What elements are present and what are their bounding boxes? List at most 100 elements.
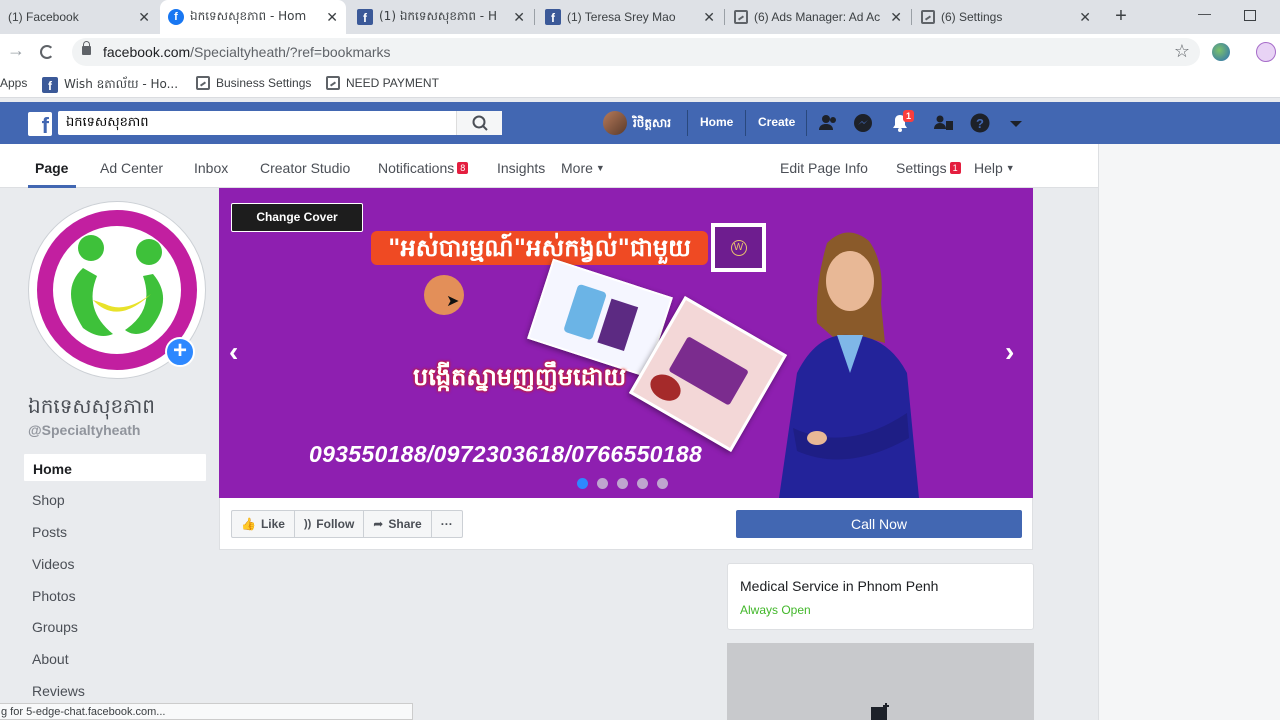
page-nav-bar: Page Ad Center Inbox Creator Studio Noti…	[0, 144, 1098, 188]
facebook-icon: f	[545, 9, 561, 25]
document-icon	[326, 76, 340, 90]
browser-tab[interactable]: f (1) ឯកទេសសុខភាព - H ✕	[349, 0, 533, 34]
minimize-icon[interactable]: —	[1198, 6, 1211, 21]
left-nav-home[interactable]: Home	[23, 453, 207, 482]
tab-title: (6) Settings	[941, 10, 1003, 24]
profile-avatar[interactable]	[1256, 42, 1276, 62]
omnibox[interactable]: facebook.com/Specialtyheath/?ref=bookmar…	[72, 38, 1200, 66]
tab-insights[interactable]: Insights	[497, 160, 545, 176]
browser-tab[interactable]: (6) Settings ✕	[913, 0, 1099, 34]
close-icon[interactable]: ✕	[703, 9, 715, 26]
extension-icon[interactable]	[1212, 43, 1230, 61]
facebook-icon: f	[168, 9, 184, 25]
chevron-down-icon[interactable]	[1006, 113, 1026, 133]
browser-tab-strip: (1) Facebook ✕ f ឯកទេសសុខភាព - Hom ✕ f (…	[0, 0, 1280, 34]
left-nav-about[interactable]: About	[23, 644, 207, 673]
left-nav-reviews[interactable]: Reviews	[23, 676, 207, 705]
facebook-header: f រិថិត្តសារ Home Create 1 ?	[0, 102, 1280, 144]
tab-creator-studio[interactable]: Creator Studio	[260, 160, 350, 176]
call-now-button[interactable]: Call Now	[736, 510, 1022, 538]
close-icon[interactable]: ✕	[513, 9, 525, 26]
tab-title: (1) Teresa Srey Mao	[567, 10, 676, 24]
profile-link[interactable]: រិថិត្តសារ	[633, 115, 671, 133]
add-photo-button[interactable]: +	[165, 337, 195, 367]
tab-inbox[interactable]: Inbox	[194, 160, 228, 176]
tab-more[interactable]: More ▼	[561, 160, 605, 176]
divider	[806, 110, 807, 136]
help-link[interactable]: Help ▼	[974, 160, 1015, 176]
slide-dot[interactable]	[577, 478, 588, 489]
close-icon[interactable]: ✕	[890, 9, 902, 26]
like-button[interactable]: 👍 Like	[232, 511, 295, 537]
document-icon	[921, 10, 935, 24]
left-nav-photos[interactable]: Photos	[23, 581, 207, 610]
chevron-right-icon[interactable]: ›	[1005, 338, 1014, 366]
tab-notifications[interactable]: Notifications 8	[378, 160, 469, 176]
page-title: ឯកទេសសុខភាព	[28, 394, 155, 418]
share-button[interactable]: ➦ Share	[364, 511, 432, 537]
forward-icon[interactable]: →	[7, 40, 25, 61]
browser-status-bar: g for 5-edge-chat.facebook.com...	[0, 703, 413, 720]
friends-icon[interactable]	[818, 113, 838, 133]
browser-tab[interactable]: f (1) Teresa Srey Mao ✕	[537, 0, 723, 34]
close-icon[interactable]: ✕	[326, 9, 338, 26]
thumbs-up-icon: 👍	[241, 517, 256, 531]
close-icon[interactable]: ✕	[138, 9, 150, 26]
friend-requests-icon[interactable]	[934, 113, 954, 133]
page-category[interactable]: Medical Service in Phnom Penh	[740, 578, 938, 594]
slide-dot[interactable]	[597, 478, 608, 489]
facebook-icon: f	[357, 9, 373, 25]
left-nav-groups[interactable]: Groups	[23, 612, 207, 641]
reload-icon[interactable]	[40, 45, 54, 59]
bookmark-need-payment[interactable]: NEED PAYMENT	[326, 76, 439, 90]
messenger-icon[interactable]	[853, 113, 873, 133]
tab-ad-center[interactable]: Ad Center	[100, 160, 163, 176]
url-text[interactable]: facebook.com/Specialtyheath/?ref=bookmar…	[103, 44, 391, 60]
left-nav-shop[interactable]: Shop	[23, 485, 207, 514]
cover-phone-numbers: 093550188/0972303618/0766550188	[309, 441, 703, 467]
browser-tab[interactable]: (1) Facebook ✕	[0, 0, 158, 34]
tab-title: ឯកទេសសុខភាព - Hom	[190, 9, 307, 23]
lock-icon	[82, 41, 91, 55]
cover-slideshow[interactable]: Change Cover "អស់បារម្មណ៍"អស់កង្វល់"ជាមួ…	[219, 188, 1033, 498]
more-options-button[interactable]: ···	[432, 511, 462, 537]
bookmark-apps[interactable]: Apps	[0, 76, 27, 90]
profile-avatar[interactable]	[603, 111, 627, 135]
slide-dot[interactable]	[617, 478, 628, 489]
create-link[interactable]: Create	[758, 115, 795, 129]
bookmark-star-icon[interactable]: ☆	[1174, 41, 1190, 62]
tab-page[interactable]: Page	[35, 160, 68, 176]
bookmark-wish[interactable]: f Wish ឧតាល័យ - Ho...	[42, 76, 178, 94]
restore-icon[interactable]	[1244, 10, 1256, 21]
facebook-logo-icon[interactable]: f	[28, 112, 52, 136]
document-icon	[734, 10, 748, 24]
edit-page-info-link[interactable]: Edit Page Info	[780, 160, 868, 176]
slide-dot[interactable]	[637, 478, 648, 489]
caret-down-icon: ▼	[595, 163, 605, 173]
spokesperson-image	[779, 232, 919, 498]
bookmark-business-settings[interactable]: Business Settings	[196, 76, 311, 90]
help-icon[interactable]: ?	[970, 113, 990, 133]
page-handle[interactable]: @Specialtyheath	[28, 422, 140, 438]
search-input[interactable]	[58, 111, 453, 135]
search-button[interactable]	[456, 111, 502, 135]
page-action-bar: 👍 Like )) Follow ➦ Share ··· Call Now	[219, 498, 1033, 550]
search-box[interactable]	[58, 111, 502, 135]
close-icon[interactable]: ✕	[1079, 9, 1091, 26]
active-tab-indicator	[28, 185, 76, 188]
slide-dot[interactable]	[657, 478, 668, 489]
caret-down-icon: ▼	[1005, 163, 1015, 173]
browser-tab-active[interactable]: f ឯកទេសសុខភាព - Hom ✕	[160, 0, 346, 34]
chevron-left-icon[interactable]: ‹	[229, 338, 238, 366]
page-info-card: Medical Service in Phnom Penh Always Ope…	[727, 563, 1034, 630]
left-nav-posts[interactable]: Posts	[23, 517, 207, 546]
home-link[interactable]: Home	[700, 115, 733, 129]
follow-button[interactable]: )) Follow	[295, 511, 365, 537]
change-cover-button[interactable]: Change Cover	[231, 203, 363, 232]
svg-text:?: ?	[976, 116, 984, 131]
left-nav-videos[interactable]: Videos	[23, 549, 207, 578]
browser-tab[interactable]: (6) Ads Manager: Ad Ac ✕	[726, 0, 910, 34]
map-placeholder[interactable]	[727, 643, 1034, 720]
settings-link[interactable]: Settings 1	[896, 160, 961, 176]
new-tab-icon[interactable]: +	[1110, 4, 1132, 28]
